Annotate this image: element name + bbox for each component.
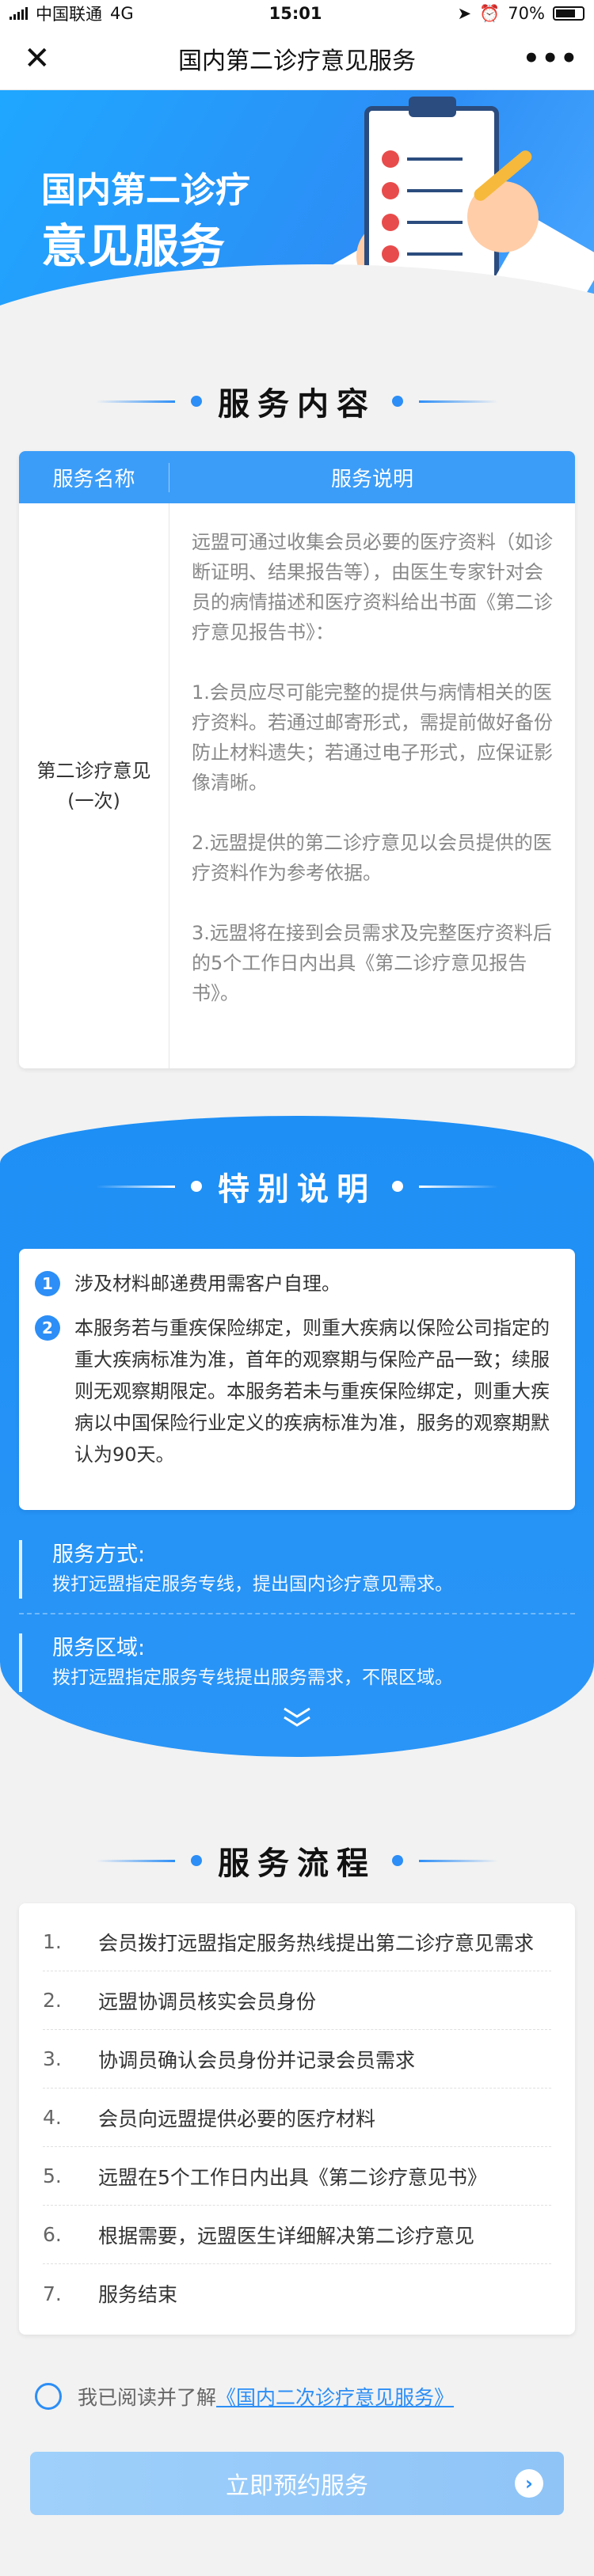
service-description: 远盟可通过收集会员必要的医疗资料（如诊断证明、结果报告等），由医生专家针对会员的…: [169, 503, 575, 1068]
step-text: 会员向远盟提供必要的医疗材料: [98, 2107, 376, 2130]
special-notes-card: 1 涉及材料邮递费用需客户自理。 2 本服务若与重疾保险绑定，则重大疾病以保险公…: [19, 1249, 575, 1510]
step-number: 1.: [43, 1930, 62, 1953]
book-service-label: 立即预约服务: [226, 2472, 368, 2500]
location-icon: ➤: [457, 4, 472, 23]
step-number: 5.: [43, 2164, 62, 2187]
service-method: 服务方式: 拨打远盟指定服务专线，提出国内诊疗意见需求。: [19, 1540, 575, 1599]
list-item: 7. 服务结束: [43, 2264, 551, 2323]
arrow-right-icon: ›: [515, 2469, 543, 2498]
battery-percent: 70%: [508, 4, 545, 23]
agreement-row: 我已阅读并了解《国内二次诊疗意见服务》: [35, 2382, 454, 2411]
step-number: 2.: [43, 1989, 62, 2012]
service-name-line1: 第二诊疗意见: [36, 760, 151, 782]
banner-wave: [0, 264, 594, 343]
list-item: 4. 会员向远盟提供必要的医疗材料: [43, 2088, 551, 2147]
table-row: 第二诊疗意见 (一次) 远盟可通过收集会员必要的医疗资料（如诊断证明、结果报告等…: [19, 503, 575, 1068]
list-item: 2. 远盟协调员核实会员身份: [43, 1971, 551, 2030]
service-area-desc: 拨打远盟指定服务专线提出服务需求，不限区域。: [52, 1667, 453, 1688]
col-header-desc: 服务说明: [330, 467, 413, 491]
note-text: 涉及材料邮递费用需客户自理。: [74, 1273, 341, 1295]
agreement-link[interactable]: 《国内二次诊疗意见服务》: [216, 2386, 454, 2409]
dot-icon: [392, 1181, 403, 1192]
list-item: 2 本服务若与重疾保险绑定，则重大疾病以保险公司指定的重大疾病标准为准，首年的观…: [35, 1312, 556, 1470]
table-header: 服务名称 服务说明: [19, 451, 575, 503]
carrier: 中国联通: [36, 5, 102, 24]
service-content-table: 服务名称 服务说明 第二诊疗意见 (一次) 远盟可通过收集会员必要的医疗资料（如…: [19, 451, 575, 1068]
agreement-radio[interactable]: [35, 2383, 62, 2410]
process-list: 1. 会员拨打远盟指定服务热线提出第二诊疗意见需求 2. 远盟协调员核实会员身份 3…: [19, 1903, 575, 2335]
list-item: 3. 协调员确认会员身份并记录会员需求: [43, 2030, 551, 2088]
service-content-heading: 服务内容: [0, 378, 594, 424]
hero-banner: 国内第二诊疗 意见服务: [0, 90, 594, 343]
list-item: 1. 会员拨打远盟指定服务热线提出第二诊疗意见需求: [43, 1913, 551, 1971]
step-text: 会员拨打远盟指定服务热线提出第二诊疗意见需求: [98, 1931, 535, 1955]
service-name-line2: (一次): [67, 790, 120, 812]
desc-paragraph: 3.远盟将在接到会员需求及完整医疗资料后的5个工作日内出具《第二诊疗意见报告书》…: [192, 922, 552, 1004]
dot-icon: [191, 396, 202, 407]
service-area-title: 服务区域:: [52, 1636, 146, 1660]
service-method-title: 服务方式:: [52, 1542, 146, 1567]
book-service-button[interactable]: 立即预约服务 ›: [30, 2452, 564, 2515]
process-title: 服务流程: [218, 1846, 376, 1882]
divider: [19, 1613, 575, 1614]
dot-icon: [392, 1855, 403, 1866]
alarm-icon: ⏰: [479, 3, 501, 23]
process-heading: 服务流程: [0, 1838, 594, 1884]
service-content-title: 服务内容: [218, 386, 376, 423]
service-method-desc: 拨打远盟指定服务专线，提出国内诊疗意见需求。: [52, 1574, 453, 1595]
page-title: 国内第二诊疗意见服务: [178, 47, 416, 75]
step-text: 根据需要，远盟医生详细解决第二诊疗意见: [98, 2224, 475, 2248]
desc-paragraph: 1.会员应尽可能完整的提供与病情相关的医疗资料。若通过邮寄形式，需提前做好备份防…: [192, 681, 553, 794]
list-item: 1 涉及材料邮递费用需客户自理。: [35, 1268, 556, 1299]
close-icon[interactable]: ✕: [24, 40, 71, 77]
special-notes-section: 特别说明 1 涉及材料邮递费用需客户自理。 2 本服务若与重疾保险绑定，则重大疾…: [0, 1116, 594, 1757]
banner-title-line2: 意见服务: [41, 219, 226, 273]
chevron-down-icon[interactable]: [281, 1705, 313, 1729]
network-type: 4G: [110, 4, 134, 23]
nav-bar: ✕ 国内第二诊疗意见服务 •••: [0, 27, 594, 90]
clock: 15:01: [268, 4, 322, 23]
step-text: 远盟协调员核实会员身份: [98, 1990, 317, 2013]
list-item: 5. 远盟在5个工作日内出具《第二诊疗意见书》: [43, 2147, 551, 2206]
signal-icon: [10, 7, 28, 20]
banner-title-line1: 国内第二诊疗: [41, 170, 250, 211]
col-header-name: 服务名称: [19, 462, 169, 492]
number-badge: 2: [35, 1315, 60, 1341]
dot-icon: [191, 1181, 202, 1192]
number-badge: 1: [35, 1271, 60, 1296]
dot-icon: [191, 1855, 202, 1866]
step-text: 服务结束: [98, 2283, 178, 2306]
dot-icon: [392, 396, 403, 407]
service-area: 服务区域: 拨打远盟指定服务专线提出服务需求，不限区域。: [19, 1633, 575, 1692]
step-number: 4.: [43, 2106, 62, 2129]
step-number: 7.: [43, 2282, 62, 2305]
step-number: 6.: [43, 2223, 62, 2246]
status-bar: 中国联通 4G 15:01 ➤ ⏰ 70%: [0, 0, 594, 27]
step-text: 远盟在5个工作日内出具《第二诊疗意见书》: [98, 2165, 487, 2189]
special-notes-title: 特别说明: [218, 1171, 376, 1208]
desc-paragraph: 远盟可通过收集会员必要的医疗资料（如诊断证明、结果报告等），由医生专家针对会员的…: [192, 531, 553, 643]
battery-icon: [552, 6, 584, 21]
special-notes-heading: 特别说明: [0, 1163, 594, 1209]
agreement-prefix: 我已阅读并了解: [78, 2386, 217, 2409]
service-name: 第二诊疗意见 (一次): [19, 503, 169, 1068]
more-icon[interactable]: •••: [523, 43, 577, 74]
step-text: 协调员确认会员身份并记录会员需求: [98, 2048, 416, 2072]
desc-paragraph: 2.远盟提供的第二诊疗意见以会员提供的医疗资料作为参考依据。: [192, 832, 552, 884]
note-text: 本服务若与重疾保险绑定，则重大疾病以保险公司指定的重大疾病标准为准，首年的观察期…: [74, 1317, 550, 1466]
step-number: 3.: [43, 2047, 62, 2070]
list-item: 6. 根据需要，远盟医生详细解决第二诊疗意见: [43, 2206, 551, 2264]
